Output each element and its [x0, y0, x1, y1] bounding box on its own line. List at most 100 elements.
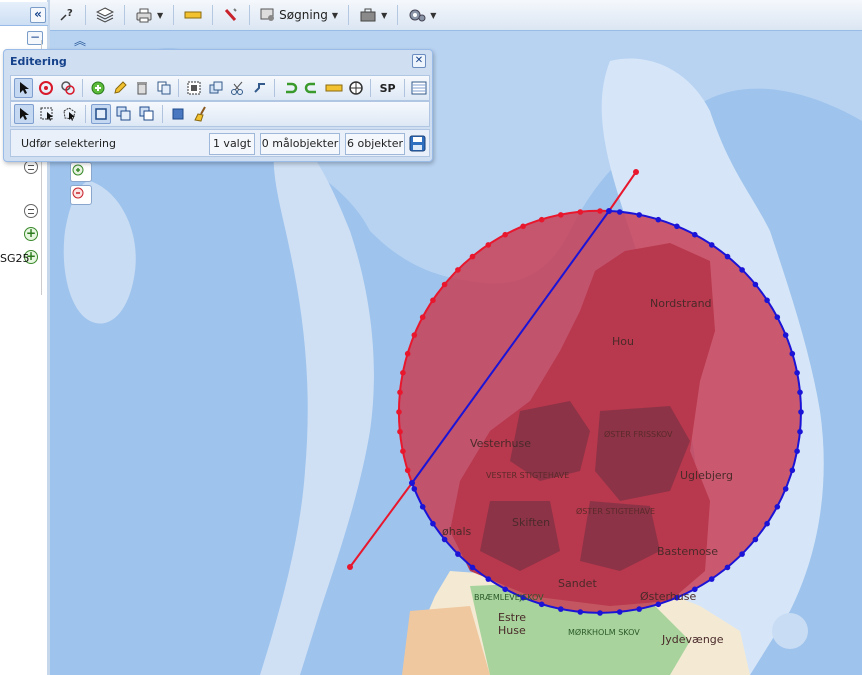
snap-button[interactable] — [346, 78, 365, 98]
multi-target-button[interactable] — [58, 78, 77, 98]
merge-button[interactable] — [206, 78, 225, 98]
buffer-vertex[interactable] — [597, 208, 603, 214]
buffer-vertex[interactable] — [708, 576, 715, 582]
buffer-vertex[interactable] — [797, 389, 803, 396]
reshape-button[interactable] — [250, 78, 269, 98]
measure-icon[interactable] — [181, 4, 205, 26]
line-vertex[interactable] — [409, 480, 415, 486]
buffer-vertex[interactable] — [558, 212, 564, 218]
buffer-vertex[interactable] — [597, 610, 603, 616]
buffer-vertex[interactable] — [774, 314, 781, 321]
buffer-vertex[interactable] — [739, 551, 745, 557]
buffer-vertex[interactable] — [400, 370, 406, 376]
buffer-vertex[interactable] — [396, 409, 402, 415]
buffer-vertex[interactable] — [636, 212, 642, 218]
split-button[interactable] — [228, 78, 247, 98]
print-menu-button[interactable]: ▼ — [132, 4, 166, 26]
measure-button[interactable] — [324, 78, 343, 98]
buffer-vertex[interactable] — [404, 350, 411, 357]
line-vertex[interactable] — [606, 208, 612, 214]
buffer-vertex[interactable] — [674, 223, 680, 230]
buffer-vertex[interactable] — [520, 223, 526, 230]
buffer-vertex[interactable] — [764, 297, 770, 304]
buffer-vertex[interactable] — [469, 564, 476, 571]
subtract-selection-button[interactable] — [137, 104, 157, 124]
buffer-vertex[interactable] — [752, 536, 759, 543]
pan-up-icon[interactable]: ︽ — [72, 35, 88, 50]
add-feature-button[interactable] — [88, 78, 107, 98]
buffer-vertex[interactable] — [400, 448, 406, 455]
fill-selection-button[interactable] — [168, 104, 188, 124]
buffer-vertex[interactable] — [430, 297, 436, 304]
buffer-vertex[interactable] — [764, 520, 770, 527]
buffer-vertex[interactable] — [752, 281, 759, 288]
buffer-vertex[interactable] — [397, 389, 403, 396]
buffer-vertex[interactable] — [789, 350, 796, 357]
add-layer-icon[interactable]: + — [24, 227, 38, 241]
buffer-vertex[interactable] — [455, 551, 461, 557]
buffer-vertex[interactable] — [692, 231, 698, 238]
line-segment-red[interactable] — [349, 482, 413, 568]
layer-options-icon[interactable] — [24, 160, 38, 174]
select-rectangle-button[interactable] — [37, 104, 57, 124]
target-button[interactable] — [36, 78, 55, 98]
buffer-vertex[interactable] — [708, 242, 715, 248]
edit-feature-button[interactable] — [110, 78, 129, 98]
sp-button[interactable]: SP — [376, 78, 399, 98]
buffer-vertex[interactable] — [798, 409, 804, 415]
save-button[interactable] — [409, 135, 426, 152]
line-vertex[interactable] — [633, 169, 639, 175]
select-polygon-button[interactable] — [60, 104, 80, 124]
buffer-vertex[interactable] — [411, 486, 418, 492]
clear-icon[interactable] — [220, 4, 242, 26]
buffer-vertex[interactable] — [636, 606, 642, 612]
buffer-vertex[interactable] — [404, 467, 411, 474]
buffer-vertex[interactable] — [558, 606, 564, 612]
buffer-vertex[interactable] — [419, 314, 426, 321]
buffer-vertex[interactable] — [724, 253, 731, 260]
select-pointer-button[interactable] — [14, 104, 34, 124]
buffer-vertex[interactable] — [616, 609, 623, 615]
settings-menu-button[interactable]: ▼ — [405, 4, 439, 26]
buffer-vertex[interactable] — [469, 253, 476, 260]
buffer-vertex[interactable] — [774, 504, 781, 510]
buffer-vertex[interactable] — [739, 267, 745, 273]
buffer-vertex[interactable] — [411, 332, 418, 338]
buffer-vertex[interactable] — [502, 231, 509, 238]
buffer-vertex[interactable] — [789, 467, 796, 474]
buffer-vertex[interactable] — [455, 267, 461, 273]
buffer-vertex[interactable] — [538, 601, 545, 608]
buffer-vertex[interactable] — [577, 609, 584, 615]
delete-feature-button[interactable] — [132, 78, 151, 98]
buffer-vertex[interactable] — [794, 448, 800, 455]
collapse-panel-button[interactable]: « — [30, 7, 46, 23]
buffer-vertex[interactable] — [616, 209, 623, 215]
buffer-vertex[interactable] — [794, 370, 800, 376]
buffer-vertex[interactable] — [502, 586, 509, 593]
zoom-out-button[interactable] — [70, 185, 92, 205]
select-arrow-button[interactable] — [14, 78, 34, 98]
undo-button[interactable] — [280, 78, 299, 98]
add-selection-button[interactable] — [114, 104, 134, 124]
buffer-vertex[interactable] — [538, 216, 545, 223]
layer-options-icon[interactable] — [24, 204, 38, 218]
zoom-in-button[interactable] — [70, 162, 92, 182]
buffer-vertex[interactable] — [797, 428, 803, 435]
buffer-vertex[interactable] — [782, 486, 789, 492]
close-button[interactable]: ✕ — [412, 54, 426, 68]
buffer-vertex[interactable] — [485, 242, 492, 248]
line-vertex[interactable] — [347, 564, 353, 570]
grid-select-button[interactable] — [184, 78, 203, 98]
buffer-vertex[interactable] — [419, 504, 426, 510]
attribute-table-button[interactable] — [410, 78, 429, 98]
redo-button[interactable] — [302, 78, 321, 98]
clear-selection-button[interactable] — [191, 104, 211, 124]
copy-feature-button[interactable] — [154, 78, 173, 98]
buffer-vertex[interactable] — [430, 520, 436, 527]
new-selection-button[interactable] — [91, 104, 111, 124]
buffer-vertex[interactable] — [724, 564, 731, 571]
buffer-vertex[interactable] — [441, 281, 448, 288]
buffer-vertex[interactable] — [397, 428, 403, 435]
buffer-vertex[interactable] — [577, 209, 584, 215]
buffer-vertex[interactable] — [485, 576, 492, 582]
